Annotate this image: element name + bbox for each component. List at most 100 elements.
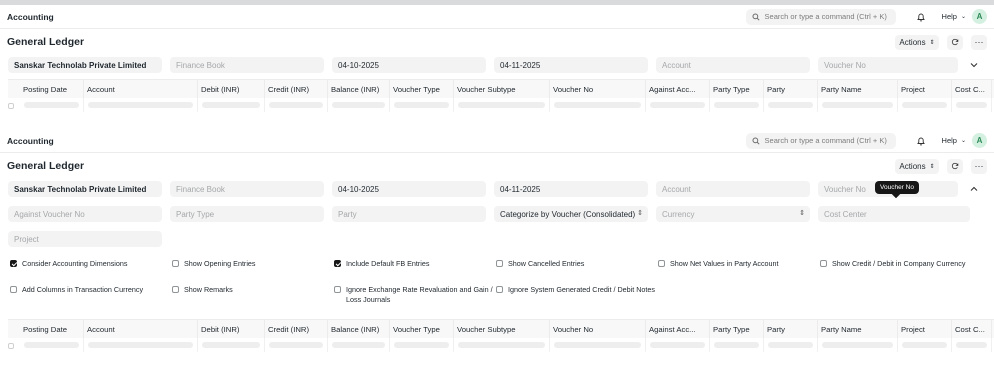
help-menu[interactable]: Help ⌄ xyxy=(942,136,966,145)
column-header-account[interactable]: Account xyxy=(84,80,198,98)
more-options-button[interactable]: ··· xyxy=(971,158,987,174)
bell-icon[interactable] xyxy=(916,136,926,146)
finance-book-field[interactable]: Finance Book xyxy=(170,181,324,197)
from-date-field[interactable]: 04-10-2025 xyxy=(332,57,486,73)
to-date-field[interactable]: 04-11-2025 xyxy=(494,181,648,197)
filter-row-3: Project xyxy=(0,231,994,247)
loading-cell xyxy=(952,98,992,112)
checkbox-ignore-system-generated-credit-debit-notes[interactable]: Ignore System Generated Credit / Debit N… xyxy=(496,285,658,307)
column-header-project[interactable]: Project xyxy=(898,320,952,338)
voucher-no-field[interactable]: Voucher No xyxy=(818,57,958,73)
bell-icon[interactable] xyxy=(916,12,926,22)
refresh-button[interactable] xyxy=(947,158,963,174)
search-input[interactable]: Search or type a command (Ctrl + K) xyxy=(745,8,896,25)
checkbox-unchecked[interactable] xyxy=(172,286,179,293)
checkbox-label: Ignore Exchange Rate Revaluation and Gai… xyxy=(346,285,493,304)
column-header-cost-c[interactable]: Cost C... xyxy=(952,80,992,98)
checkbox-unchecked[interactable] xyxy=(10,286,17,293)
checkbox-show-credit-debit-in-company-currency[interactable]: Show Credit / Debit in Company Currency xyxy=(820,259,982,279)
checkbox-unchecked[interactable] xyxy=(820,260,827,267)
project-field[interactable]: Project xyxy=(8,231,162,247)
column-header-against-acc[interactable]: Against Acc... xyxy=(646,320,710,338)
to-date-field[interactable]: 04-11-2025 xyxy=(494,57,648,73)
loading-placeholder xyxy=(714,342,759,348)
column-header-account[interactable]: Account xyxy=(84,320,198,338)
checkbox-unchecked[interactable] xyxy=(658,260,665,267)
avatar[interactable]: A xyxy=(972,9,987,24)
checkbox-show-net-values-in-party-account[interactable]: Show Net Values in Party Account xyxy=(658,259,820,279)
column-header-posting-date[interactable]: Posting Date xyxy=(20,80,84,98)
checkbox-consider-accounting-dimensions[interactable]: Consider Accounting Dimensions xyxy=(10,259,172,279)
actions-button[interactable]: Actions ⇕ xyxy=(895,158,939,174)
breadcrumb[interactable]: Accounting xyxy=(7,12,54,22)
checkbox-show-cancelled-entries[interactable]: Show Cancelled Entries xyxy=(496,259,658,279)
column-header-credit-inr[interactable]: Credit (INR) xyxy=(265,80,328,98)
column-header-against-acc[interactable]: Against Acc... xyxy=(646,80,710,98)
loading-cell xyxy=(390,338,454,352)
row-checkbox[interactable] xyxy=(8,102,14,109)
party-type-field[interactable]: Party Type xyxy=(170,206,324,222)
from-date-field[interactable]: 04-10-2025 xyxy=(332,181,486,197)
cost-center-field[interactable]: Cost Center xyxy=(818,206,970,222)
avatar[interactable]: A xyxy=(972,133,987,148)
refresh-button[interactable] xyxy=(947,34,963,50)
checkbox-include-default-fb-entries[interactable]: Include Default FB Entries xyxy=(334,259,496,279)
categorize-by-select[interactable]: Categorize by Voucher (Consolidated) ⇕ xyxy=(494,206,648,222)
column-header-party[interactable]: Party xyxy=(764,320,818,338)
loading-cell xyxy=(198,338,265,352)
loading-cell xyxy=(20,98,84,112)
checkbox-unchecked[interactable] xyxy=(496,286,503,293)
account-field[interactable]: Account xyxy=(656,57,810,73)
actions-button[interactable]: Actions ⇕ xyxy=(895,34,939,50)
company-field[interactable]: Sanskar Technolab Private Limited xyxy=(8,57,162,73)
finance-book-field[interactable]: Finance Book xyxy=(170,57,324,73)
loading-placeholder xyxy=(88,102,193,108)
collapse-filters-button[interactable] xyxy=(968,186,980,192)
loading-cell xyxy=(550,338,646,352)
row-checkbox[interactable] xyxy=(8,342,14,349)
chevron-down-icon: ⌄ xyxy=(960,138,966,144)
column-header-party-name[interactable]: Party Name xyxy=(818,320,898,338)
breadcrumb[interactable]: Accounting xyxy=(7,136,54,146)
currency-select[interactable]: Currency ⇕ xyxy=(656,206,810,222)
column-header-voucher-subtype[interactable]: Voucher Subtype xyxy=(454,80,550,98)
column-header-voucher-no[interactable]: Voucher No xyxy=(550,80,646,98)
party-field[interactable]: Party xyxy=(332,206,486,222)
account-field[interactable]: Account xyxy=(656,181,810,197)
loading-placeholder xyxy=(394,102,449,108)
checkbox-checked[interactable] xyxy=(10,260,17,267)
checkbox-add-columns-in-transaction-currency[interactable]: Add Columns in Transaction Currency xyxy=(10,285,172,307)
column-header-cost-c[interactable]: Cost C... xyxy=(952,320,992,338)
checkbox-unchecked[interactable] xyxy=(334,286,341,293)
help-menu[interactable]: Help ⌄ xyxy=(942,12,966,21)
column-header-party[interactable]: Party xyxy=(764,80,818,98)
column-header-project[interactable]: Project xyxy=(898,80,952,98)
column-header-posting-date[interactable]: Posting Date xyxy=(20,320,84,338)
checkbox-ignore-exchange-rate-revaluation-and-gain-loss-journals[interactable]: Ignore Exchange Rate Revaluation and Gai… xyxy=(334,285,496,307)
company-field[interactable]: Sanskar Technolab Private Limited xyxy=(8,181,162,197)
checkbox-unchecked[interactable] xyxy=(496,260,503,267)
column-header-voucher-type[interactable]: Voucher Type xyxy=(390,80,454,98)
navbar-expanded: Accounting Search or type a command (Ctr… xyxy=(0,129,994,153)
loading-placeholder xyxy=(332,342,385,348)
column-header-voucher-subtype[interactable]: Voucher Subtype xyxy=(454,320,550,338)
checkbox-checked[interactable] xyxy=(334,260,341,267)
checkbox-show-remarks[interactable]: Show Remarks xyxy=(172,285,334,307)
column-header-voucher-type[interactable]: Voucher Type xyxy=(390,320,454,338)
more-options-button[interactable]: ··· xyxy=(971,34,987,50)
column-header-credit-inr[interactable]: Credit (INR) xyxy=(265,320,328,338)
expand-filters-button[interactable] xyxy=(968,62,980,68)
column-header-balance-inr[interactable]: Balance (INR) xyxy=(328,320,390,338)
search-input[interactable]: Search or type a command (Ctrl + K) xyxy=(745,132,896,149)
column-header-party-name[interactable]: Party Name xyxy=(818,80,898,98)
column-header-debit-inr[interactable]: Debit (INR) xyxy=(198,320,265,338)
column-header-balance-inr[interactable]: Balance (INR) xyxy=(328,80,390,98)
column-header-debit-inr[interactable]: Debit (INR) xyxy=(198,80,265,98)
against-voucher-no-field[interactable]: Against Voucher No xyxy=(8,206,162,222)
column-header-voucher-no[interactable]: Voucher No xyxy=(550,320,646,338)
checkbox-unchecked[interactable] xyxy=(172,260,179,267)
checkbox-show-opening-entries[interactable]: Show Opening Entries xyxy=(172,259,334,279)
loading-placeholder xyxy=(394,342,449,348)
column-header-party-type[interactable]: Party Type xyxy=(710,320,764,338)
column-header-party-type[interactable]: Party Type xyxy=(710,80,764,98)
